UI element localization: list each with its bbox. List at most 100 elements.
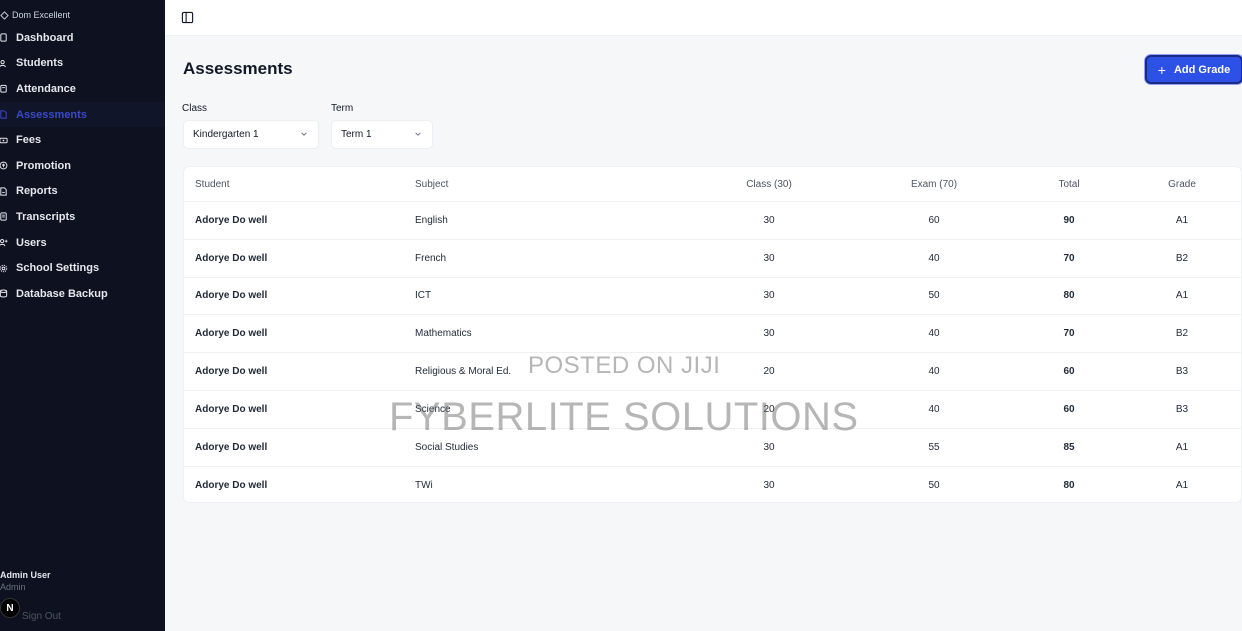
sidebar-item-school-settings[interactable]: School Settings xyxy=(0,255,165,281)
sidebar-item-users[interactable]: Users xyxy=(0,230,165,256)
sidebar-item-label: School Settings xyxy=(16,262,100,275)
sidebar-item-students[interactable]: Students xyxy=(0,51,165,77)
page-title: Assessments xyxy=(183,59,293,78)
add-grade-button[interactable]: + Add Grade xyxy=(1145,55,1242,84)
cell-total: 90 xyxy=(1063,214,1075,226)
sidebar: Dom Excellent Dashboard Students Attendanc… xyxy=(0,0,165,631)
cell-grade: B2 xyxy=(1175,252,1189,264)
gear-icon xyxy=(0,264,8,272)
cell-exam-score: 50 xyxy=(928,479,940,491)
cell-subject: ICT xyxy=(415,290,432,302)
assessments-table: Student Subject Class (30) Exam (70) Tot… xyxy=(183,166,1242,503)
header-total[interactable]: Total xyxy=(1044,167,1094,201)
sidebar-item-label: Reports xyxy=(16,185,58,198)
header-grade[interactable]: Grade xyxy=(1157,167,1207,201)
header-subject[interactable]: Subject xyxy=(415,167,448,201)
cell-total: 70 xyxy=(1063,328,1075,340)
chevron-down-icon xyxy=(301,132,307,136)
add-grade-label: Add Grade xyxy=(1173,63,1231,76)
sidebar-item-label: Students xyxy=(16,57,64,70)
cell-total: 80 xyxy=(1063,290,1075,302)
chevron-down-icon xyxy=(415,132,421,136)
document-icon xyxy=(0,110,7,119)
sidebar-item-dashboard[interactable]: Dashboard xyxy=(0,25,165,51)
top-bar xyxy=(165,0,1242,36)
term-select[interactable]: Term 1 xyxy=(331,120,433,149)
money-icon xyxy=(0,137,8,143)
cell-exam-score: 55 xyxy=(928,441,940,453)
sidebar-item-label: Fees xyxy=(16,134,42,147)
header-class[interactable]: Class (30) xyxy=(744,167,794,201)
user-name: Admin User xyxy=(0,570,51,580)
term-select-value: Term 1 xyxy=(341,129,372,140)
cell-total: 80 xyxy=(1063,479,1075,491)
sidebar-item-label: Users xyxy=(16,236,47,249)
cell-student: Adorye Do well xyxy=(195,479,268,491)
brand-name: Dom Excellent xyxy=(12,10,71,20)
transcript-icon xyxy=(0,212,7,222)
plus-icon: + xyxy=(1157,61,1166,78)
cell-student: Adorye Do well xyxy=(195,328,268,340)
cell-grade: A1 xyxy=(1175,290,1189,302)
brand: Dom Excellent xyxy=(0,8,70,22)
sidebar-item-assessments[interactable]: Assessments xyxy=(0,101,165,128)
cell-total: 85 xyxy=(1063,441,1075,453)
user-role: Admin xyxy=(0,582,26,592)
cell-grade: A1 xyxy=(1175,214,1189,226)
cell-subject: Mathematics xyxy=(415,328,472,340)
user-info: Admin User Admin xyxy=(0,570,51,592)
cell-grade: A1 xyxy=(1175,479,1189,491)
cell-student: Adorye Do well xyxy=(195,366,268,378)
dashboard-icon xyxy=(0,33,7,42)
cell-class-score: 30 xyxy=(763,214,775,226)
cell-subject: Religious & Moral Ed. xyxy=(415,366,512,378)
header-exam[interactable]: Exam (70) xyxy=(909,167,959,201)
class-select-value: Kindergarten 1 xyxy=(193,129,259,140)
watermark-line-1: POSTED ON JIJI xyxy=(528,352,721,379)
sidebar-item-database-backup[interactable]: Database Backup xyxy=(0,281,165,307)
cell-class-score: 30 xyxy=(763,328,775,340)
cell-subject: TWi xyxy=(415,479,433,491)
cell-grade: B3 xyxy=(1175,366,1189,378)
cell-exam-score: 40 xyxy=(928,328,940,340)
table-row[interactable]: Adorye Do well ICT 30 50 80 A1 xyxy=(184,278,1242,316)
cell-grade: B3 xyxy=(1175,403,1189,415)
cell-exam-score: 40 xyxy=(928,403,940,415)
term-filter-label: Term xyxy=(331,103,354,114)
cell-exam-score: 40 xyxy=(928,366,940,378)
class-select[interactable]: Kindergarten 1 xyxy=(183,120,319,149)
cell-class-score: 20 xyxy=(763,366,775,378)
sidebar-item-attendance[interactable]: Attendance xyxy=(0,76,165,102)
cell-exam-score: 60 xyxy=(928,214,940,226)
sidebar-item-label: Promotion xyxy=(16,159,71,172)
cell-student: Adorye Do well xyxy=(195,214,268,226)
brand-logo-icon xyxy=(0,10,9,20)
users-icon xyxy=(0,59,6,68)
cell-exam-score: 50 xyxy=(928,290,940,302)
sidebar-item-transcripts[interactable]: Transcripts xyxy=(0,204,165,230)
sidebar-item-promotion[interactable]: Promotion xyxy=(0,153,165,179)
sidebar-toggle-icon[interactable] xyxy=(181,11,194,24)
cell-class-score: 30 xyxy=(763,290,775,302)
cell-subject: English xyxy=(415,214,448,226)
table-row[interactable]: Adorye Do well TWi 30 50 80 A1 xyxy=(184,467,1242,505)
cell-class-score: 30 xyxy=(763,479,775,491)
database-icon xyxy=(0,289,8,298)
header-student[interactable]: Student xyxy=(195,167,229,201)
table-row[interactable]: Adorye Do well Mathematics 30 40 70 B2 xyxy=(184,315,1242,354)
sign-out-button[interactable]: Sign Out xyxy=(22,611,61,622)
cell-student: Adorye Do well xyxy=(195,441,268,453)
sidebar-item-fees[interactable]: Fees xyxy=(0,127,165,153)
table-row[interactable]: Adorye Do well French 30 40 70 B2 xyxy=(184,240,1242,278)
n-badge-icon[interactable]: N xyxy=(0,598,20,618)
promotion-icon xyxy=(0,161,8,170)
cell-grade: A1 xyxy=(1175,441,1189,453)
sidebar-item-label: Assessments xyxy=(16,108,87,121)
table-row[interactable]: Adorye Do well English 30 60 90 A1 xyxy=(184,202,1242,240)
cell-student: Adorye Do well xyxy=(195,403,268,415)
cell-grade: B2 xyxy=(1175,328,1189,340)
sidebar-item-label: Attendance xyxy=(16,82,76,95)
class-filter-label: Class xyxy=(182,103,208,114)
sidebar-item-reports[interactable]: Reports xyxy=(0,179,165,205)
user-plus-icon xyxy=(0,239,8,247)
